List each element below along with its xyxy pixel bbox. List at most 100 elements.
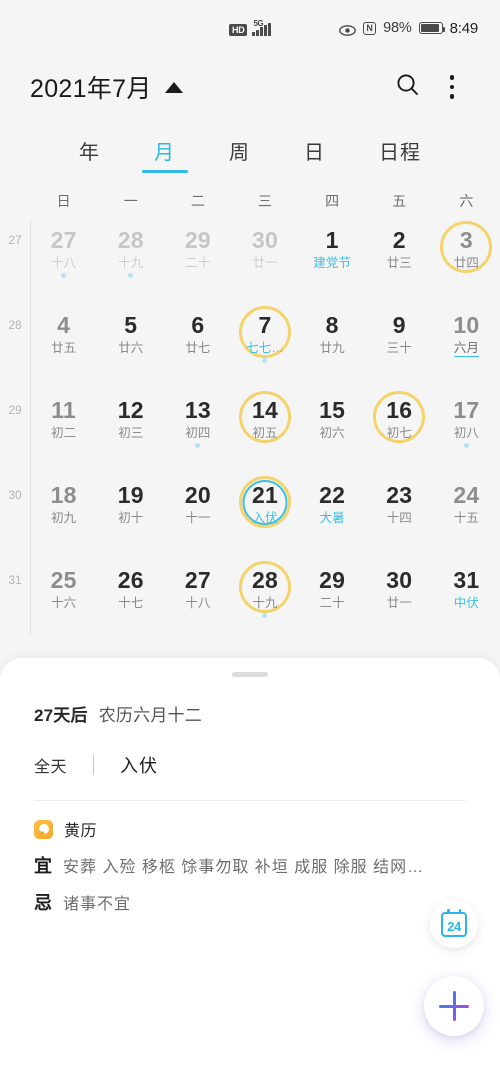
day-lunar-label: 六月 (453, 341, 479, 357)
almanac-title: 黄历 (64, 823, 98, 840)
calendar-day-cell[interactable]: 24 十五 (433, 474, 500, 559)
event-dot-icon (61, 273, 67, 278)
day-detail-sheet: 27天后 农历六月十二 全天 入伏 黄历 宜 安葬 入殓 移柩 馀事勿取 补垣 … (0, 658, 500, 1084)
calendar-week-row: 27 27 十八 28 十九 29 二十 30 廿一 1 建党节 2 廿三 3 廿四 (0, 219, 500, 304)
event-dot-icon (195, 443, 201, 448)
day-lunar-label: 十七 (118, 596, 144, 610)
calendar-day-cell[interactable]: 8 廿九 (299, 304, 366, 389)
almanac-section[interactable]: 黄历 宜 安葬 入殓 移柩 馀事勿取 补垣 成服 除服 结网… 忌 诸事不宜 (0, 801, 500, 915)
tab-day[interactable]: 日 (292, 132, 337, 175)
tab-week[interactable]: 周 (217, 132, 262, 175)
calendar-day-cell[interactable]: 13 初四 (164, 389, 231, 474)
calendar-day-cell[interactable]: 1 建党节 (299, 219, 366, 304)
clock-label: 8:49 (449, 19, 479, 37)
weekday-header: 日 一 二 三 四 五 六 (30, 181, 500, 219)
tab-agenda[interactable]: 日程 (367, 132, 433, 175)
calendar-grid: 27 27 十八 28 十九 29 二十 30 廿一 1 建党节 2 廿三 3 廿四 28 4 廿五 5 廿六 6 廿七 7… (0, 219, 500, 650)
today-button[interactable]: 24 (430, 900, 478, 948)
overflow-menu-button[interactable] (430, 65, 474, 109)
battery-icon (418, 22, 446, 34)
day-number: 11 (51, 397, 76, 423)
hd-icon: HD (229, 24, 248, 36)
weekday-label: 三 (257, 193, 272, 209)
calendar-day-cell[interactable]: 3 廿四 (433, 219, 500, 304)
day-number: 25 (50, 567, 77, 593)
calendar-day-cell[interactable]: 20 十一 (164, 474, 231, 559)
calendar-day-cell[interactable]: 12 初三 (97, 389, 164, 474)
almanac-bad-value: 诸事不宜 (63, 896, 132, 913)
almanac-good-row: 宜 安葬 入殓 移柩 馀事勿取 补垣 成服 除服 结网… (34, 852, 466, 878)
add-event-button[interactable] (424, 976, 484, 1036)
calendar-day-cell[interactable]: 4 廿五 (30, 304, 97, 389)
event-dot-icon (262, 358, 268, 363)
status-bar: HD 5G N 98% 8:49 (0, 0, 500, 56)
calendar-day-cell[interactable]: 28 十九 (97, 219, 164, 304)
day-number: 27 (50, 227, 77, 253)
day-number: 17 (453, 397, 480, 423)
calendar-day-cell[interactable]: 29 二十 (164, 219, 231, 304)
day-lunar-label: 十八 (51, 256, 77, 270)
calendar-day-cell[interactable]: 23 十四 (366, 474, 433, 559)
day-lunar-label: 入伏 (252, 511, 278, 525)
search-button[interactable] (386, 65, 430, 109)
calendar-day-cell[interactable]: 10 六月 (433, 304, 500, 389)
calendar-week-days: 25 十六 26 十七 27 十八 28 十九 29 二十 30 廿一 31 中伏 (30, 559, 500, 644)
day-number: 26 (117, 567, 144, 593)
weekday-label: 五 (392, 193, 407, 209)
calendar-day-cell[interactable]: 16 初七 (366, 389, 433, 474)
day-lunar-label: 十一 (185, 511, 211, 525)
today-date-number: 24 (447, 918, 461, 934)
calendar-day-cell[interactable]: 7 七七… (231, 304, 298, 389)
calendar-day-cell[interactable]: 29 二十 (299, 559, 366, 644)
day-lunar-label: 三十 (386, 341, 412, 355)
calendar-day-cell[interactable]: 5 廿六 (97, 304, 164, 389)
weekday-label: 六 (459, 193, 474, 209)
day-lunar-label: 十四 (386, 511, 412, 525)
calendar-day-cell[interactable]: 28 十九 (231, 559, 298, 644)
calendar-day-cell[interactable]: 17 初八 (433, 389, 500, 474)
calendar-day-cell[interactable]: 2 廿三 (366, 219, 433, 304)
day-lunar-label: 初四 (185, 426, 211, 440)
calendar-day-cell[interactable]: 11 初二 (30, 389, 97, 474)
calendar-day-cell[interactable]: 15 初六 (299, 389, 366, 474)
day-lunar-label: 廿五 (51, 341, 77, 355)
calendar-day-cell[interactable]: 6 廿七 (164, 304, 231, 389)
week-number-label: 30 (8, 488, 22, 502)
day-number: 20 (184, 482, 211, 508)
search-icon (395, 72, 421, 103)
week-number-label: 31 (8, 573, 22, 587)
calendar-day-cell[interactable]: 19 初十 (97, 474, 164, 559)
day-lunar-label: 初七 (386, 426, 412, 440)
calendar-day-cell[interactable]: 18 初九 (30, 474, 97, 559)
week-number-label: 29 (8, 403, 22, 417)
event-dot-icon (262, 613, 268, 618)
calendar-day-cell[interactable]: 30 廿一 (231, 219, 298, 304)
weekday-label: 二 (190, 193, 205, 209)
status-bar-right: N 98% 8:49 (271, 20, 478, 37)
calendar-week-days: 4 廿五 5 廿六 6 廿七 7 七七… 8 廿九 9 三十 10 六月 (30, 304, 500, 389)
day-lunar-label: 建党节 (313, 256, 351, 270)
calendar-day-cell[interactable]: 31 中伏 (433, 559, 500, 644)
calendar-day-cell[interactable]: 9 三十 (366, 304, 433, 389)
day-lunar-label: 大暑 (319, 511, 345, 525)
day-lunar-label: 二十 (185, 256, 211, 270)
tab-year[interactable]: 年 (67, 132, 112, 175)
month-title-button[interactable]: 2021年7月 (30, 69, 183, 105)
event-list-item[interactable]: 全天 入伏 (0, 726, 500, 778)
calendar-day-cell[interactable]: 30 廿一 (366, 559, 433, 644)
week-number-label: 28 (8, 318, 22, 332)
calendar-day-cell[interactable]: 25 十六 (30, 559, 97, 644)
calendar-day-cell[interactable]: 27 十八 (30, 219, 97, 304)
day-number: 14 (252, 397, 278, 423)
tab-month[interactable]: 月 (142, 132, 187, 175)
day-lunar-label: 廿六 (118, 341, 144, 355)
day-lunar-label: 十九 (252, 596, 278, 610)
calendar-day-cell[interactable]: 14 初五 (231, 389, 298, 474)
almanac-bad-key: 忌 (34, 893, 52, 913)
calendar-day-cell[interactable]: 26 十七 (97, 559, 164, 644)
app-header: 2021年7月 (0, 56, 500, 118)
calendar-day-cell[interactable]: 21 入伏 (231, 474, 298, 559)
calendar-day-cell[interactable]: 27 十八 (164, 559, 231, 644)
calendar-day-cell[interactable]: 22 大暑 (299, 474, 366, 559)
detail-header: 27天后 农历六月十二 (0, 677, 500, 726)
